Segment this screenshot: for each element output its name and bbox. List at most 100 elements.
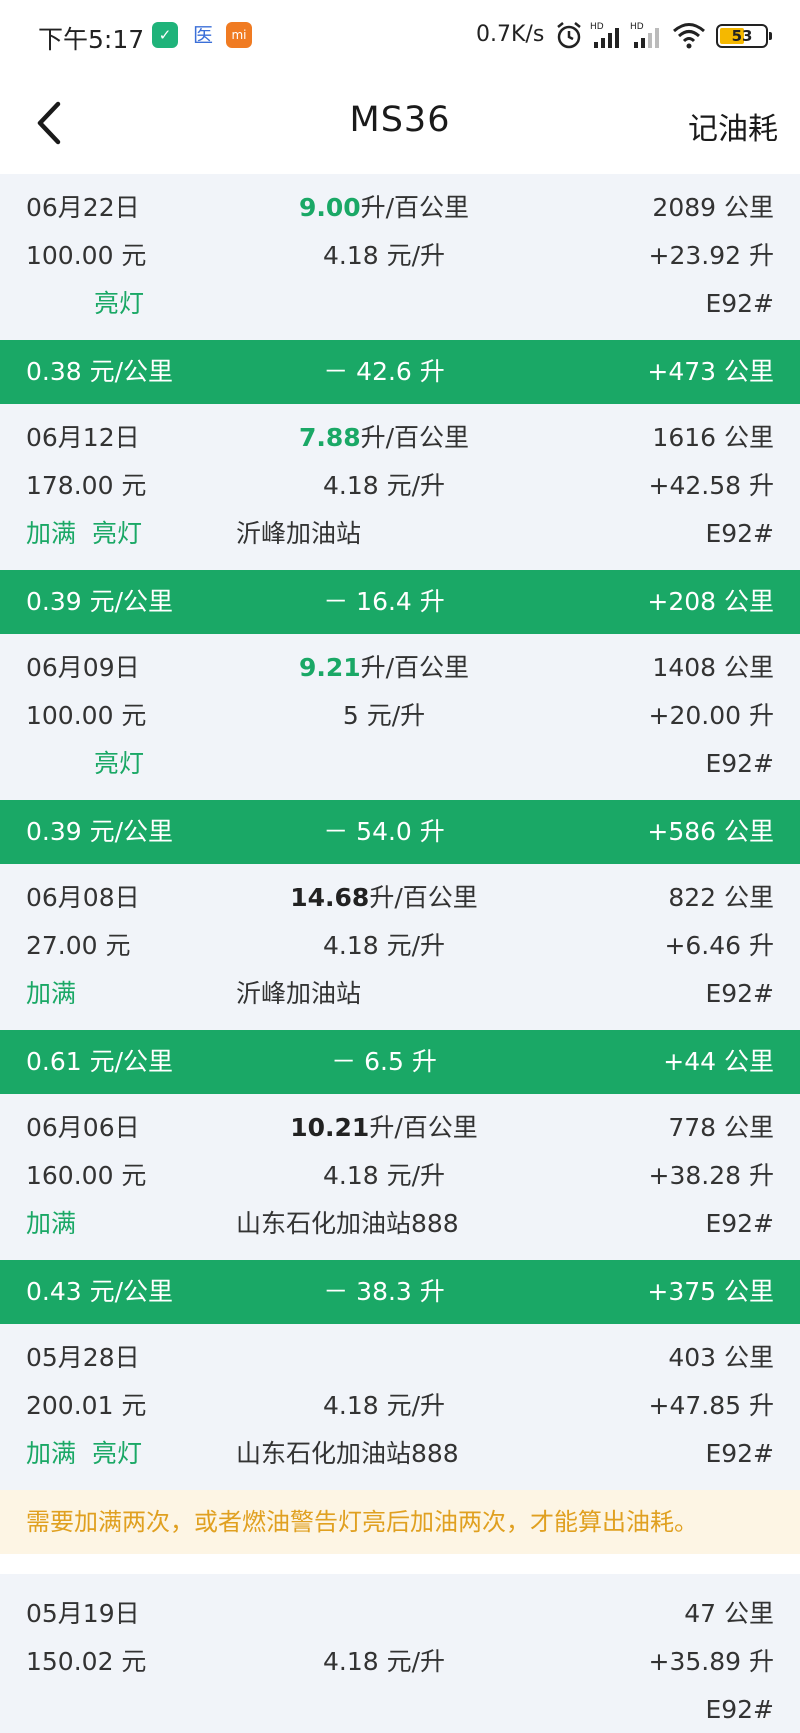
calculation-warning: 需要加满两次，或者燃油警告灯亮后加油两次，才能算出油耗。 <box>0 1490 800 1554</box>
full-tank-tag: 加满 <box>26 979 77 1008</box>
fuel-record[interactable]: 06月08日 14.68升/百公里 822 公里 27.00 元 4.18 元/… <box>0 864 800 1030</box>
fuel-liters: +47.85 升 <box>648 1391 774 1420</box>
segment-summary: 0.61 元/公里 － 6.5 升 +44 公里 <box>0 1030 800 1094</box>
cost-per-km: 0.39 元/公里 <box>26 587 174 616</box>
segment-summary: 0.39 元/公里 － 54.0 升 +586 公里 <box>0 800 800 864</box>
status-bar: 下午5:17 ✓ 医 mi 0.7K/s HD HD 53 <box>0 0 800 72</box>
svg-text:HD: HD <box>630 22 644 32</box>
segment-summary: 0.39 元/公里 － 16.4 升 +208 公里 <box>0 570 800 634</box>
consumption-value: 9.21 <box>298 653 361 682</box>
consumption-unit: 升/百公里 <box>360 423 470 452</box>
cost-per-km: 0.43 元/公里 <box>26 1277 174 1306</box>
consumption-unit: 升/百公里 <box>369 883 478 912</box>
fuel-price: 4.18 元/升 <box>322 1391 446 1420</box>
fuel-price: 4.18 元/升 <box>322 471 446 500</box>
record-date: 05月28日 <box>26 1343 140 1372</box>
fuel-price: 4.18 元/升 <box>322 1161 446 1190</box>
fuel-amount: 200.01 元 <box>26 1391 147 1420</box>
fuel-record[interactable]: 06月09日 9.21升/百公里 1408 公里 100.00 元 5 元/升 … <box>0 634 800 800</box>
alarm-icon <box>557 22 581 49</box>
gas-station: 沂峰加油站 <box>236 519 362 548</box>
record-date: 06月09日 <box>26 653 140 682</box>
warning-light-tag: 亮灯 <box>92 1439 143 1468</box>
app-header: MS36 记油耗 <box>0 72 800 174</box>
consumption-unit: 升/百公里 <box>360 653 470 682</box>
gas-station: 山东石化加油站888 <box>236 1439 459 1468</box>
fuel-amount: 100.00 元 <box>26 701 147 730</box>
fuel-grade: E92# <box>705 979 774 1008</box>
distance: +586 公里 <box>647 817 774 846</box>
distance: +208 公里 <box>647 587 774 616</box>
gas-station: 山东石化加油站888 <box>236 1209 459 1238</box>
cost-per-km: 0.39 元/公里 <box>26 817 174 846</box>
distance: +473 公里 <box>647 357 774 386</box>
full-tank-tag: 加满 <box>26 519 77 548</box>
fuel-liters: +42.58 升 <box>648 471 774 500</box>
fuel-price: 4.18 元/升 <box>322 241 446 270</box>
fuel-liters: +35.89 升 <box>648 1647 774 1676</box>
odometer: 1616 公里 <box>652 423 774 452</box>
fuel-amount: 178.00 元 <box>26 471 147 500</box>
distance: +44 公里 <box>663 1047 774 1076</box>
odometer: 403 公里 <box>668 1343 774 1372</box>
warning-light-tag: 亮灯 <box>94 749 145 778</box>
svg-text:HD: HD <box>590 22 604 32</box>
fuel-amount: 100.00 元 <box>26 241 147 270</box>
battery-icon: 53 <box>716 24 772 48</box>
fuel-grade: E92# <box>705 1209 774 1238</box>
fuel-record-list: 06月22日 9.00升/百公里 2089 公里 100.00 元 4.18 元… <box>0 174 800 1733</box>
consumption-value: 10.21 <box>290 1113 370 1142</box>
fuel-record[interactable]: 05月19日 47 公里 150.02 元 4.18 元/升 +35.89 升 … <box>0 1574 800 1733</box>
odometer: 2089 公里 <box>652 193 774 222</box>
signal-icon: HD <box>590 22 619 48</box>
divider <box>0 1554 800 1574</box>
page-title: MS36 <box>349 100 451 140</box>
wifi-icon <box>673 23 705 49</box>
fuel-record[interactable]: 05月28日 403 公里 200.01 元 4.18 元/升 +47.85 升… <box>0 1324 800 1490</box>
full-tank-tag: 加满 <box>26 1209 77 1238</box>
fuel-amount: 150.02 元 <box>26 1647 147 1676</box>
battery-level: 53 <box>731 27 753 45</box>
signal-icon-2: HD <box>630 22 659 48</box>
fuel-grade: E92# <box>705 289 774 318</box>
gas-station: 沂峰加油站 <box>236 979 362 1008</box>
full-tank-tag: 加满 <box>26 1439 77 1468</box>
odometer: 1408 公里 <box>652 653 774 682</box>
network-speed: 0.7K/s <box>476 22 545 47</box>
fuel-used: － 38.3 升 <box>323 1277 445 1306</box>
warning-light-tag: 亮灯 <box>92 519 143 548</box>
mi-app-icon: mi <box>226 22 252 48</box>
fuel-liters: +23.92 升 <box>648 241 774 270</box>
fuel-grade: E92# <box>705 1439 774 1468</box>
medical-app-icon: 医 <box>190 22 216 48</box>
distance: +375 公里 <box>647 1277 774 1306</box>
consumption-unit: 升/百公里 <box>369 1113 478 1142</box>
fuel-amount: 27.00 元 <box>26 931 131 960</box>
fuel-record[interactable]: 06月12日 7.88升/百公里 1616 公里 178.00 元 4.18 元… <box>0 404 800 570</box>
record-date: 06月08日 <box>26 883 140 912</box>
fuel-liters: +20.00 升 <box>648 701 774 730</box>
odometer: 47 公里 <box>684 1599 774 1628</box>
odometer: 778 公里 <box>668 1113 774 1142</box>
segment-summary: 0.43 元/公里 － 38.3 升 +375 公里 <box>0 1260 800 1324</box>
fuel-used: － 16.4 升 <box>323 587 445 616</box>
fuel-grade: E92# <box>705 1695 774 1724</box>
status-time: 下午5:17 <box>38 25 145 54</box>
consumption-value: 14.68 <box>290 883 370 912</box>
fuel-used: － 54.0 升 <box>323 817 445 846</box>
cost-per-km: 0.61 元/公里 <box>26 1047 174 1076</box>
record-date: 05月19日 <box>26 1599 140 1628</box>
fuel-amount: 160.00 元 <box>26 1161 147 1190</box>
consumption-value: 9.00 <box>298 193 361 222</box>
fuel-liters: +38.28 升 <box>648 1161 774 1190</box>
fuel-price: 4.18 元/升 <box>322 1647 446 1676</box>
warning-light-tag: 亮灯 <box>94 289 145 318</box>
record-fuel-button[interactable]: 记油耗 <box>688 104 778 148</box>
fuel-price: 5 元/升 <box>342 701 426 730</box>
fuel-grade: E92# <box>705 519 774 548</box>
consumption-unit: 升/百公里 <box>360 193 470 222</box>
fuel-record[interactable]: 06月06日 10.21升/百公里 778 公里 160.00 元 4.18 元… <box>0 1094 800 1260</box>
fuel-used: － 42.6 升 <box>323 357 445 386</box>
fuel-record[interactable]: 06月22日 9.00升/百公里 2089 公里 100.00 元 4.18 元… <box>0 174 800 340</box>
fuel-grade: E92# <box>705 749 774 778</box>
